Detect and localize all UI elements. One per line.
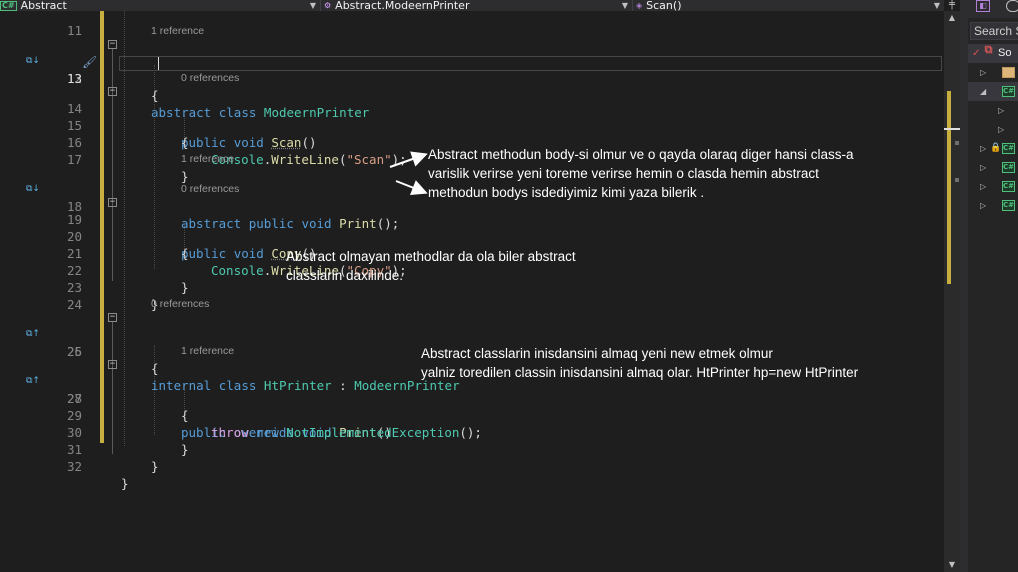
chevron-down-icon: ▼ — [933, 1, 940, 10]
chevron-right-icon[interactable]: ▷ — [980, 158, 986, 177]
annotation-note: Abstract classlarin inisdansini almaq ye… — [421, 346, 859, 380]
tree-item[interactable]: ▷ C# — [968, 196, 1018, 215]
tree-item[interactable]: ▷ — [968, 63, 1018, 82]
chevron-right-icon[interactable]: ▷ — [980, 63, 986, 82]
member-dropdown[interactable]: ◈ Scan() ▼ — [636, 0, 942, 11]
tree-item[interactable]: ▷ C# — [968, 158, 1018, 177]
scrollbar-marker — [955, 178, 959, 182]
arrow-to-print-lower — [395, 180, 428, 196]
lock-icon: 🔒 — [990, 143, 1002, 153]
member-dropdown-label: Scan() — [646, 0, 682, 11]
code-editor[interactable]: 🖌 11 1 reference ⧉↓ 12 − abstract class … — [0, 11, 944, 572]
chevron-down-icon: ▼ — [309, 1, 316, 10]
csharp-file-icon: C# — [1002, 162, 1015, 173]
method-cube-icon: ◈ — [636, 1, 643, 10]
folder-icon — [1002, 67, 1015, 78]
type-dropdown-label: Abstract.ModeernPrinter — [335, 0, 470, 11]
chevron-down-icon: ▼ — [621, 1, 628, 10]
csharp-file-icon: C# — [1002, 143, 1015, 154]
history-icon[interactable] — [1006, 0, 1018, 12]
scrollbar-change-marker — [947, 91, 951, 284]
type-dropdown[interactable]: ⚙ Abstract.ModeernPrinter ▼ — [324, 0, 630, 11]
chevron-right-icon[interactable]: ▷ — [980, 139, 986, 158]
csharp-file-icon: C# — [1002, 86, 1015, 97]
navigation-bar: C# Abstract ▼ ⚙ Abstract.ModeernPrinter … — [0, 0, 944, 11]
visual-studio-icon[interactable]: ◧ — [976, 0, 990, 12]
arrow-to-print-upper — [389, 151, 428, 168]
tree-item[interactable]: ▷ — [968, 101, 1018, 120]
csharp-file-icon: C# — [1002, 181, 1015, 192]
tree-item-solution[interactable]: ✓ ⧉ So — [968, 44, 1018, 63]
panel-splitter[interactable] — [960, 0, 968, 572]
scrollbar-caret-marker — [944, 128, 960, 130]
split-editor-icon[interactable]: ╪ — [946, 0, 958, 11]
solution-explorer: ◧ Search S ✓ ⧉ So ▷ ◢ C# ▷ ▷ ▷ 🔒 C# ▷ C#… — [968, 0, 1018, 572]
solution-search-input[interactable]: Search S — [970, 22, 1018, 40]
project-dropdown[interactable]: C# Abstract ▼ — [0, 0, 318, 11]
divider — [632, 0, 633, 11]
class-icon: ⚙ — [324, 1, 332, 10]
scrollbar-marker — [955, 141, 959, 145]
divider — [320, 0, 321, 11]
vertical-scrollbar[interactable]: ▲ ▼ — [944, 11, 960, 572]
chevron-right-icon[interactable]: ▷ — [980, 177, 986, 196]
solution-explorer-toolbar: ◧ — [968, 0, 1018, 18]
scroll-up-icon[interactable]: ▲ — [944, 11, 960, 25]
csharp-file-icon: C# — [1002, 200, 1015, 211]
tree-item[interactable]: ▷ 🔒 C# — [968, 139, 1018, 158]
tree-item-label: So — [998, 47, 1012, 59]
chevron-down-icon[interactable]: ◢ — [980, 82, 986, 101]
project-dropdown-label: Abstract — [20, 0, 67, 11]
annotation-arrows — [389, 151, 428, 196]
chevron-right-icon[interactable]: ▷ — [998, 120, 1004, 139]
csharp-project-icon: C# — [0, 0, 17, 11]
tree-item[interactable]: ◢ C# — [968, 82, 1018, 101]
chevron-right-icon[interactable]: ▷ — [980, 196, 986, 215]
solution-icon: ⧉ — [984, 43, 993, 56]
annotation-note: Abstract olmayan methodlar da ola biler … — [286, 249, 576, 283]
chevron-right-icon[interactable]: ▷ — [998, 101, 1004, 120]
check-icon: ✓ — [972, 48, 981, 59]
tree-item[interactable]: ▷ — [968, 120, 1018, 139]
tree-item[interactable]: ▷ C# — [968, 177, 1018, 196]
scroll-down-icon[interactable]: ▼ — [944, 558, 960, 572]
